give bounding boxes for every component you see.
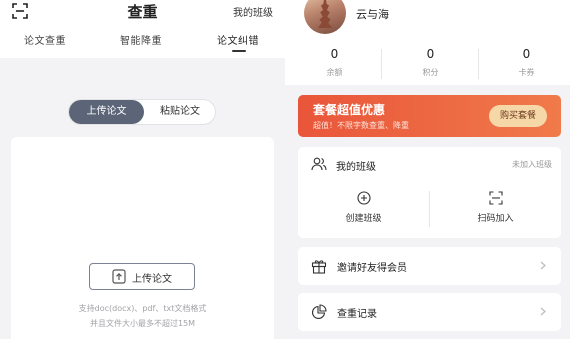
check-screen: 查重 我的班级 论文查重 智能降重 论文纠错 上传论文 粘贴论文 上传论文 支持… [0, 0, 285, 339]
stat-points[interactable]: 0 积分 [383, 47, 478, 78]
stat-balance[interactable]: 0 余额 [287, 47, 382, 78]
package-promo-banner[interactable]: 套餐超值优惠 超值！不限字数查重、降重 购买套餐 [298, 95, 561, 137]
invite-friends-label: 邀请好友得会员 [337, 263, 407, 274]
my-class-link[interactable]: 我的班级 [233, 4, 273, 19]
username: 云与海 [356, 8, 389, 21]
chevron-right-icon [540, 261, 546, 270]
upload-card: 上传论文 支持doc(docx)、pdf、txt文档格式 并且文件大小最多不超过… [11, 137, 274, 339]
upload-file-icon [112, 269, 126, 284]
active-tab-indicator [232, 50, 246, 52]
my-class-title: 我的班级 [336, 162, 376, 173]
buy-package-button[interactable]: 购买套餐 [489, 105, 547, 127]
stat-label: 积分 [422, 68, 439, 77]
scan-join-button[interactable]: 扫码加入 [430, 191, 561, 224]
create-class-button[interactable]: 创建班级 [298, 191, 429, 224]
check-records-label: 查重记录 [337, 309, 377, 320]
chevron-right-icon [540, 307, 546, 316]
stat-label: 卡券 [518, 68, 535, 77]
scan-join-label: 扫码加入 [477, 214, 514, 224]
class-status: 未加入班级 [512, 160, 552, 169]
tab-paper-correction[interactable]: 论文纠错 [217, 32, 259, 47]
my-class-card: 我的班级 未加入班级 创建班级 扫码加入 [298, 147, 561, 238]
invite-friends-row[interactable]: 邀请好友得会员 [298, 247, 561, 285]
plus-circle-icon [356, 191, 371, 205]
stat-value: 0 [330, 47, 339, 61]
paste-paper-segment[interactable]: 粘贴论文 [144, 100, 216, 124]
gift-icon [311, 260, 327, 274]
profile-screen: 云与海 0 余额 0 积分 0 卡券 套餐超值优惠 超值！不限字数查重、降重 购… [285, 0, 570, 339]
upload-mode-toggle: 上传论文 粘贴论文 [68, 99, 216, 125]
tab-paper-check[interactable]: 论文查重 [24, 32, 66, 47]
check-header: 查重 我的班级 论文查重 智能降重 论文纠错 [0, 0, 285, 58]
size-hint: 并且文件大小最多不超过15M [89, 319, 196, 328]
upload-paper-button[interactable]: 上传论文 [89, 263, 195, 290]
promo-subtitle: 超值！不限字数查重、降重 [313, 121, 409, 130]
avatar[interactable] [304, 0, 346, 34]
upload-paper-segment[interactable]: 上传论文 [69, 100, 144, 124]
stat-value: 0 [522, 47, 531, 61]
divider [381, 49, 382, 79]
users-icon [311, 157, 327, 171]
pie-chart-icon [312, 304, 327, 319]
tab-bar: 论文查重 智能降重 论文纠错 [0, 32, 285, 54]
check-records-row[interactable]: 查重记录 [298, 293, 561, 331]
stat-value: 0 [426, 47, 435, 61]
app-screens: 查重 我的班级 论文查重 智能降重 论文纠错 上传论文 粘贴论文 上传论文 支持… [0, 0, 570, 339]
upload-button-label: 上传论文 [132, 274, 172, 285]
stat-coupons[interactable]: 0 卡券 [479, 47, 570, 78]
profile-header: 云与海 0 余额 0 积分 0 卡券 [285, 0, 570, 85]
promo-title: 套餐超值优惠 [313, 103, 386, 117]
stat-label: 余额 [326, 68, 343, 77]
format-hint: 支持doc(docx)、pdf、txt文档格式 [78, 304, 207, 313]
pagoda-image [317, 0, 333, 28]
create-class-label: 创建班级 [345, 214, 382, 224]
scan-icon [488, 191, 503, 205]
tab-smart-rewrite[interactable]: 智能降重 [120, 32, 162, 47]
